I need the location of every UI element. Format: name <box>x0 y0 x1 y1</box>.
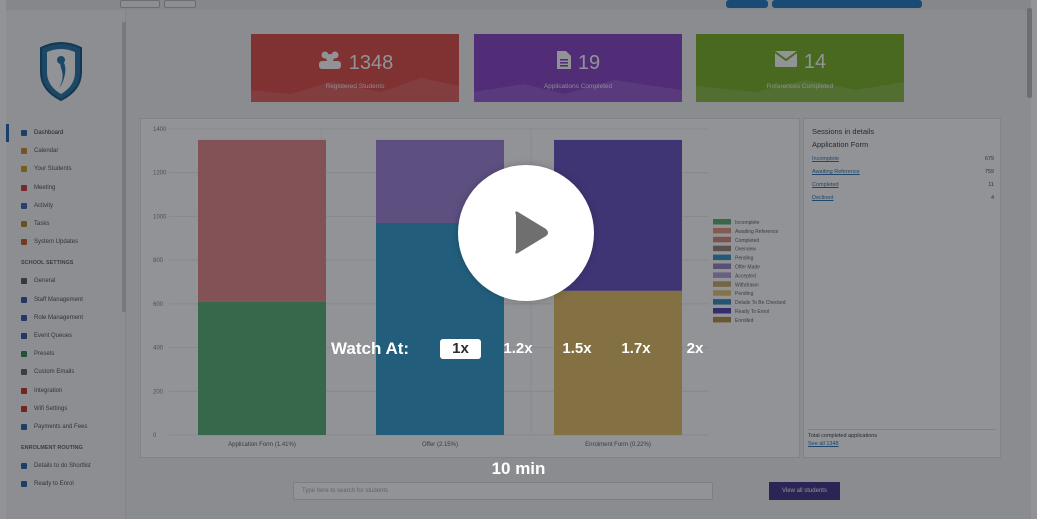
speed-option-1-2x[interactable]: 1.2x <box>498 339 538 359</box>
video-overlay: Watch At: 1x 1.2x 1.5x 1.7x 2x 10 min <box>0 0 1037 519</box>
play-button[interactable] <box>458 165 594 301</box>
speed-option-2x[interactable]: 2x <box>679 339 711 359</box>
play-icon <box>515 211 548 254</box>
screen: Dashboard Calendar Your Students Meeting Act… <box>0 0 1037 519</box>
watch-at-label: Watch At: <box>331 339 410 358</box>
speed-option-1-5x[interactable]: 1.5x <box>557 339 597 359</box>
video-duration: 10 min <box>491 459 546 478</box>
speed-option-1x[interactable]: 1x <box>440 339 481 359</box>
speed-option-1-7x[interactable]: 1.7x <box>616 339 656 359</box>
